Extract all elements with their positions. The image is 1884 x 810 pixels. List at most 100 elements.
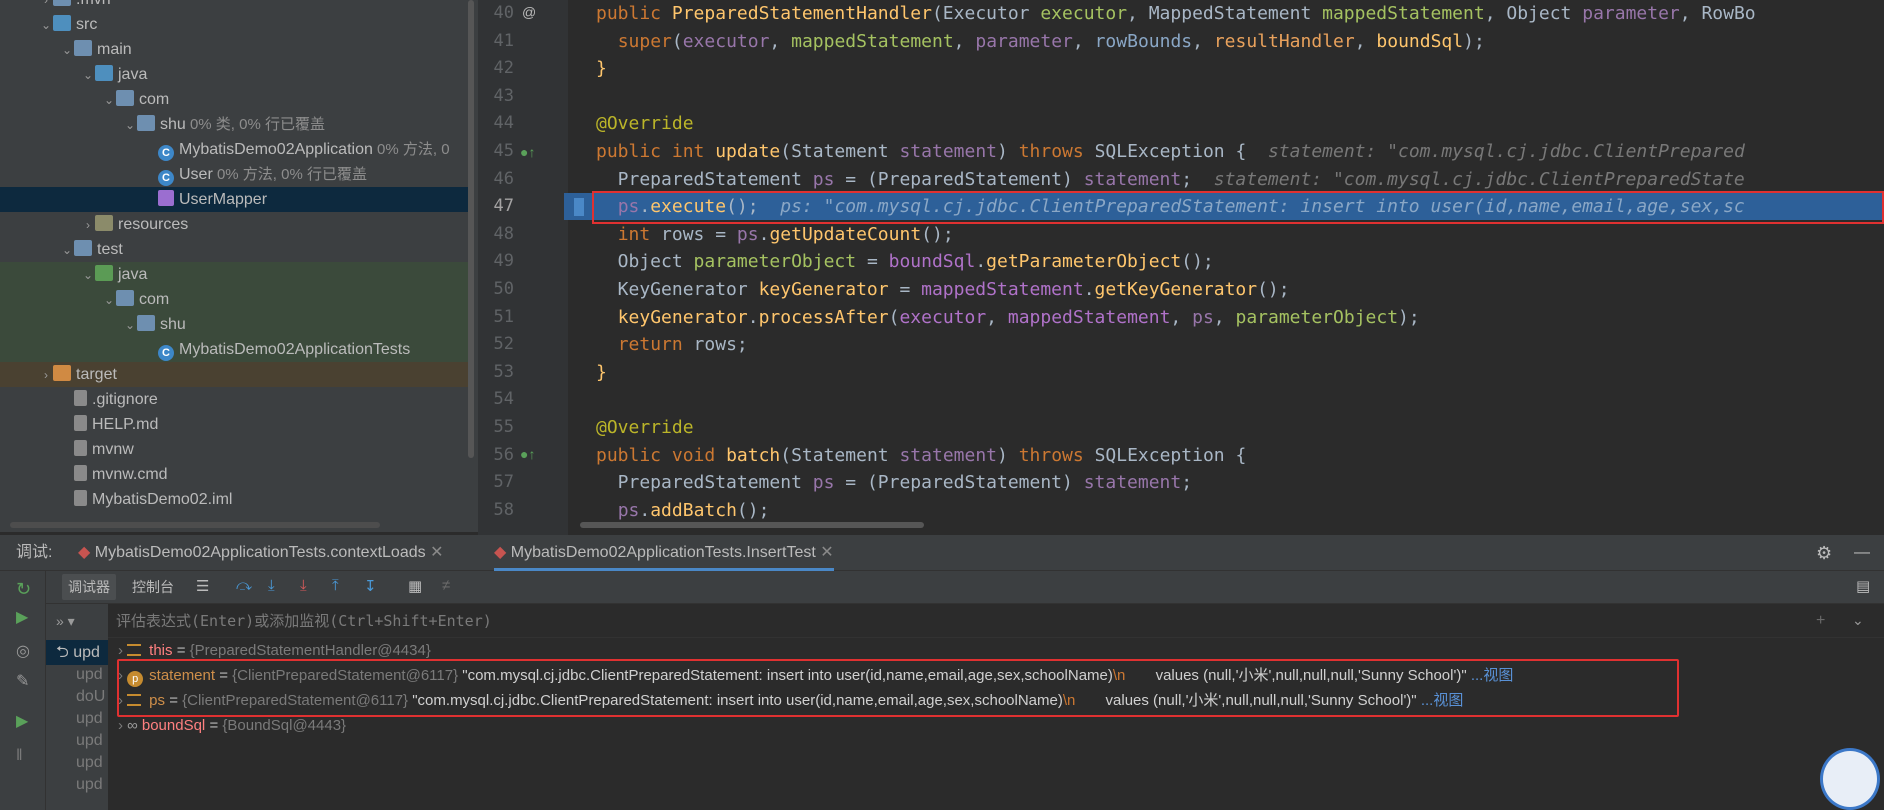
- execution-line-highlight: [592, 191, 1884, 224]
- code-line-42[interactable]: }: [596, 55, 1866, 83]
- step-over-icon[interactable]: ⤼: [236, 577, 252, 594]
- minimize-icon[interactable]: —: [1854, 535, 1870, 571]
- code-line-58[interactable]: ps.addBatch();: [596, 497, 1866, 525]
- rerun-icon[interactable]: ↻: [16, 579, 31, 600]
- code-line-53[interactable]: }: [596, 359, 1866, 387]
- source-folder-icon: [95, 65, 113, 81]
- tree-item[interactable]: ⌄ test: [0, 237, 470, 262]
- line-number: 51: [493, 306, 514, 327]
- tree-item[interactable]: › resources: [0, 212, 470, 237]
- close-icon[interactable]: ✕: [430, 544, 443, 561]
- line-number: 55: [493, 417, 514, 437]
- assistant-avatar[interactable]: [1820, 748, 1880, 810]
- step-out-icon[interactable]: ⤒: [332, 577, 339, 594]
- pause-icon[interactable]: ‖: [16, 747, 23, 765]
- line-number: 58: [493, 499, 514, 520]
- code-line-50[interactable]: KeyGenerator keyGenerator = mappedStatem…: [596, 276, 1866, 304]
- tree-item[interactable]: mvnw: [0, 437, 470, 462]
- editor-horizontal-scrollbar[interactable]: [580, 522, 924, 528]
- expand-arrow-icon[interactable]: ⌄: [39, 13, 53, 38]
- tree-item-label: java: [118, 266, 148, 283]
- excluded-folder-icon: [53, 365, 71, 381]
- code-line-41[interactable]: super(executor, mappedStatement, paramet…: [596, 28, 1866, 56]
- tab-debugger[interactable]: 调试器: [62, 574, 116, 600]
- code-line-49[interactable]: Object parameterObject = boundSql.getPar…: [596, 248, 1866, 276]
- tree-item[interactable]: ›.mvn: [0, 0, 470, 12]
- expand-arrow-icon[interactable]: ⌄: [123, 313, 137, 338]
- package-icon: [137, 115, 155, 131]
- tree-horizontal-scrollbar[interactable]: [10, 522, 380, 528]
- tree-item[interactable]: ⌄ java: [0, 262, 470, 287]
- add-watch-icon[interactable]: +: [1816, 612, 1825, 630]
- step-into-icon[interactable]: ⤓: [268, 577, 275, 594]
- force-step-into-icon[interactable]: ⤓: [300, 577, 307, 594]
- gear-icon[interactable]: ⚙: [1816, 535, 1832, 571]
- stack-frame[interactable]: upd: [46, 772, 108, 797]
- code-line-52[interactable]: return rows;: [596, 331, 1866, 359]
- breakpoint-marker-icon[interactable]: [574, 198, 584, 216]
- wrench-icon[interactable]: ✎: [16, 671, 29, 691]
- tree-item[interactable]: C MybatisDemo02ApplicationTests: [0, 337, 470, 362]
- menu-icon[interactable]: ☰: [196, 577, 209, 595]
- expand-arrow-icon[interactable]: ⌄: [123, 113, 137, 138]
- evaluate-expression-input[interactable]: 评估表达式(Enter)或添加监视(Ctrl+Shift+Enter): [108, 604, 1884, 638]
- code-line-48[interactable]: int rows = ps.getUpdateCount();: [596, 221, 1866, 249]
- code-line-40[interactable]: public PreparedStatementHandler(Executor…: [596, 0, 1866, 28]
- layout-icon[interactable]: ▤: [1856, 577, 1870, 595]
- tree-item[interactable]: HELP.md: [0, 412, 470, 437]
- run-to-cursor-icon[interactable]: ↧: [364, 577, 377, 595]
- tree-item[interactable]: .gitignore: [0, 387, 470, 412]
- tree-item[interactable]: UserMapper: [0, 187, 470, 212]
- tree-item[interactable]: ⌄ com: [0, 287, 470, 312]
- project-scrollbar[interactable]: [468, 0, 474, 458]
- tree-item[interactable]: › target: [0, 362, 470, 387]
- settings-icon[interactable]: ◎: [16, 641, 30, 661]
- folder-icon: [53, 0, 71, 6]
- tree-item-label: MybatisDemo02.iml: [92, 491, 233, 508]
- at-icon: @: [522, 4, 537, 20]
- code-line-57[interactable]: PreparedStatement ps = (PreparedStatemen…: [596, 469, 1866, 497]
- expand-arrow-icon[interactable]: ⌄: [102, 88, 116, 113]
- expand-arrow-icon[interactable]: ⌄: [81, 63, 95, 88]
- expand-arrow-icon[interactable]: ⌄: [81, 263, 95, 288]
- expand-arrow-icon[interactable]: ›: [81, 213, 95, 238]
- resume-icon[interactable]: ▶: [16, 607, 28, 627]
- tree-item[interactable]: ⌄ shu 0% 类, 0% 行已覆盖: [0, 112, 470, 137]
- tree-item[interactable]: ⌄ shu: [0, 312, 470, 337]
- tree-item[interactable]: ⌄ java: [0, 62, 470, 87]
- line-number: 46: [493, 168, 514, 189]
- code-line-55[interactable]: @Override: [596, 414, 1866, 442]
- tree-item[interactable]: ⌄ com: [0, 87, 470, 112]
- coverage-label: 0% 方法, 0% 行已覆盖: [212, 166, 367, 183]
- tree-item-label: test: [97, 241, 123, 258]
- close-icon[interactable]: ✕: [820, 544, 833, 561]
- expand-arrow-icon[interactable]: ⌄: [60, 238, 74, 263]
- expand-arrow-icon[interactable]: ⌄: [102, 288, 116, 313]
- override-icon[interactable]: ●↑: [520, 144, 535, 160]
- tree-item[interactable]: C MybatisDemo02Application 0% 方法, 0: [0, 137, 470, 162]
- tab-console[interactable]: 控制台: [132, 577, 174, 597]
- tab-contextloads[interactable]: ◆ MybatisDemo02ApplicationTests.contextL…: [78, 535, 443, 571]
- frames-filter-icon[interactable]: » ▾: [46, 604, 108, 638]
- code-line-45[interactable]: public int update(Statement statement) t…: [596, 138, 1866, 166]
- tree-item[interactable]: MybatisDemo02.iml: [0, 487, 470, 512]
- tab-inserttest[interactable]: ◆ MybatisDemo02ApplicationTests.InsertTe…: [494, 535, 834, 571]
- code-line-44[interactable]: @Override: [596, 110, 1866, 138]
- tree-item[interactable]: ⌄ main: [0, 37, 470, 62]
- tree-item[interactable]: mvnw.cmd: [0, 462, 470, 487]
- code-line-56[interactable]: public void batch(Statement statement) t…: [596, 442, 1866, 470]
- trace-icon[interactable]: ≠: [442, 577, 450, 594]
- chevron-down-icon[interactable]: ⌄: [1852, 612, 1864, 629]
- code-line-46[interactable]: PreparedStatement ps = (PreparedStatemen…: [596, 166, 1866, 194]
- tree-item[interactable]: ⌄ src: [0, 12, 470, 37]
- resume-program-icon[interactable]: ▶: [16, 711, 28, 731]
- frames-list: ⮌ upd upd doU upd upd upd upd: [46, 638, 108, 810]
- evaluate-icon[interactable]: ▦: [408, 577, 422, 595]
- override-icon[interactable]: ●↑: [520, 446, 535, 462]
- code-line-51[interactable]: keyGenerator.processAfter(executor, mapp…: [596, 304, 1866, 332]
- package-icon: [137, 315, 155, 331]
- tab-contextloads-label: MybatisDemo02ApplicationTests.contextLoa…: [94, 544, 426, 561]
- tree-item[interactable]: C User 0% 方法, 0% 行已覆盖: [0, 162, 470, 187]
- expand-arrow-icon[interactable]: ⌄: [60, 38, 74, 63]
- expand-arrow-icon[interactable]: ›: [39, 363, 53, 388]
